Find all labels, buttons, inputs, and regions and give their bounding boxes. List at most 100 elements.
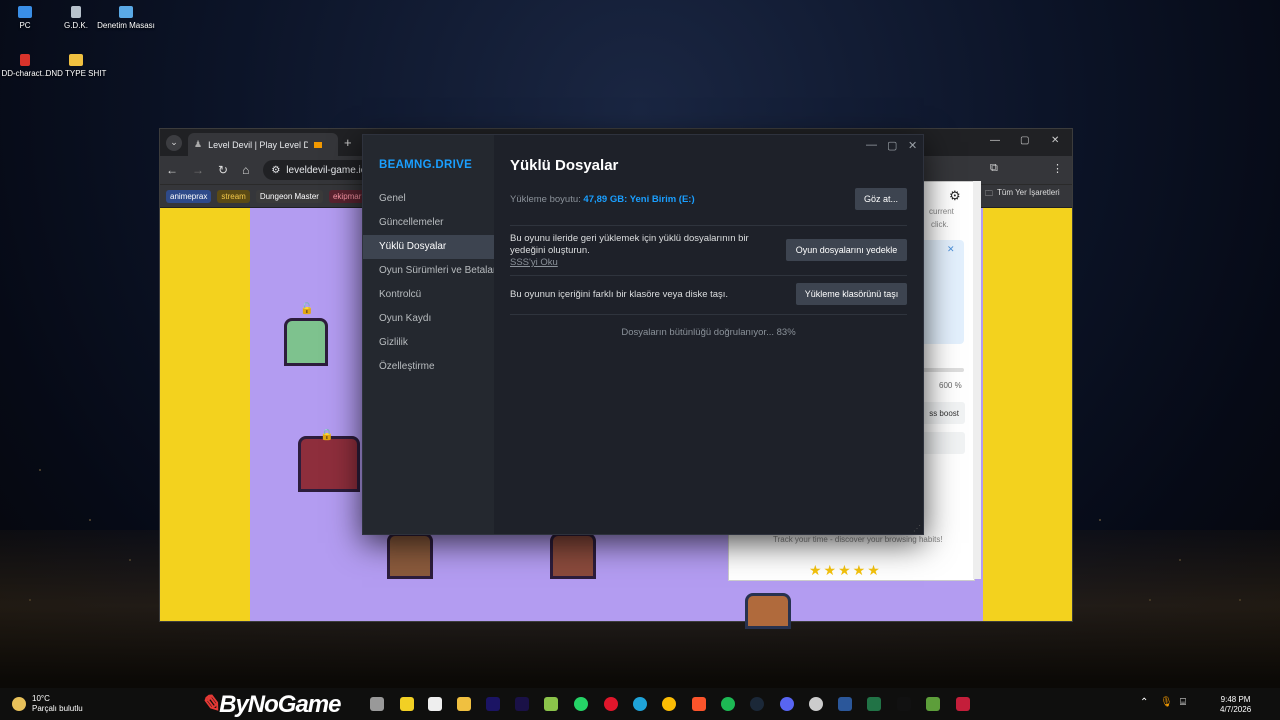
extensions-puzzle-icon[interactable]: ⧉ (990, 162, 998, 175)
clock[interactable]: 9:48 PM 4/7/2026 (1220, 695, 1251, 715)
bookmark-item[interactable]: animeprax (166, 189, 212, 203)
extension-text: click. (931, 220, 949, 229)
file-explorer-icon[interactable] (457, 697, 471, 711)
faq-link[interactable]: SSS'yi Oku (510, 257, 558, 269)
recycle-bin-icon (71, 6, 81, 18)
maximize-icon[interactable]: ▢ (1020, 135, 1029, 146)
desktop-icon-folder[interactable]: DND TYPE SHIT (44, 54, 108, 79)
settings-gear-icon[interactable]: ⚙ (949, 188, 961, 204)
info-card (919, 240, 964, 344)
all-bookmarks-folder[interactable]: 🗀 Tüm Yer İşaretleri (985, 188, 1060, 202)
chrome-icon[interactable] (662, 697, 676, 711)
level-door-unlocked[interactable] (284, 318, 328, 366)
maximize-icon[interactable]: ▢ (887, 139, 897, 152)
taskbar: 10°C Parçalı bulutlu ✎ByNoGame ⌃ 🎙 ⌸ 9:4… (0, 688, 1280, 720)
weather-icon (12, 697, 26, 711)
resize-grip-icon[interactable]: ⋰ (913, 524, 921, 533)
zoom-slider[interactable] (919, 368, 964, 372)
forward-icon[interactable]: → (192, 163, 204, 177)
nav-controller[interactable]: Kontrolcü (363, 283, 494, 307)
menu-dots-icon[interactable]: ⋮ (1052, 162, 1063, 175)
store-icon[interactable] (428, 697, 442, 711)
game-title: BEAMNG.DRIVE (379, 159, 473, 171)
notepad-icon[interactable] (544, 697, 558, 711)
move-folder-label: Yükleme klasörünü taşı (804, 289, 899, 299)
install-size-row: Yükleme boyutu: 47,89 GB: Yeni Birim (E:… (510, 194, 695, 206)
backup-button[interactable]: Oyun dosyalarını yedekle (786, 239, 907, 261)
app-icon[interactable] (809, 697, 823, 711)
backup-description: Bu oyunu ileride geri yüklemek için yükl… (510, 233, 749, 256)
browse-label: Göz at... (863, 194, 898, 204)
steam-sidebar: BEAMNG.DRIVE Genel Güncellemeler Yüklü D… (363, 135, 494, 534)
after-effects-icon[interactable] (515, 697, 529, 711)
sticky-notes-icon[interactable] (400, 697, 414, 711)
zoom-value: 600 % (939, 381, 962, 390)
steam-properties-dialog: BEAMNG.DRIVE Genel Güncellemeler Yüklü D… (362, 134, 924, 535)
bookmark-item[interactable]: ekipmar (328, 189, 366, 203)
lock-icon: 🔓 (300, 303, 314, 315)
app-icon[interactable] (370, 697, 384, 711)
level-door[interactable] (550, 533, 596, 579)
minimize-icon[interactable]: — (990, 135, 1000, 146)
bookmark-item[interactable]: stream (217, 189, 250, 203)
nav-installed-files[interactable]: Yüklü Dosyalar (363, 235, 494, 259)
level-door[interactable] (745, 593, 791, 629)
nav-customization[interactable]: Özelleştirme (363, 355, 494, 379)
minimize-icon[interactable]: — (866, 139, 877, 151)
media-encoder-icon[interactable] (486, 697, 500, 711)
discord-icon[interactable] (780, 697, 794, 711)
reload-icon[interactable]: ↻ (218, 163, 228, 177)
page-title: Yüklü Dosyalar (510, 157, 619, 174)
network-icon[interactable]: ⌸ (1180, 697, 1186, 708)
rating-stars[interactable]: ★★★★★ (809, 562, 882, 579)
steam-icon[interactable] (750, 697, 764, 711)
site-favicon-icon: ♟ (194, 139, 203, 149)
desktop-icon-label: Denetim Masası (97, 21, 155, 30)
monitor-icon (18, 6, 32, 18)
new-tab-button[interactable]: + (344, 135, 352, 150)
brave-icon[interactable] (692, 697, 706, 711)
edge-icon[interactable] (633, 697, 647, 711)
close-card-icon[interactable]: ✕ (947, 244, 955, 255)
control-panel-icon (119, 6, 133, 18)
pdf-file-icon (20, 54, 30, 66)
tab-search-icon[interactable]: ⌄ (166, 134, 182, 151)
move-folder-button[interactable]: Yükleme klasörünü taşı (796, 283, 907, 305)
nav-general[interactable]: Genel (363, 187, 494, 211)
move-description: Bu oyunun içeriğini farklı bir klasöre v… (510, 289, 729, 300)
weather-widget[interactable]: 10°C Parçalı bulutlu (12, 694, 83, 714)
desktop-icon-control-panel[interactable]: Denetim Masası (94, 6, 158, 31)
word-icon[interactable] (838, 697, 852, 711)
level-door[interactable] (387, 533, 433, 579)
watermark-text: ByNoGame (219, 691, 341, 718)
access-icon[interactable] (956, 697, 970, 711)
tab-level-devil[interactable]: ♟ Level Devil | Play Level Devil (188, 133, 338, 156)
audio-icon[interactable] (314, 141, 323, 148)
microphone-icon[interactable]: 🎙 (1160, 697, 1173, 708)
clock-date: 4/7/2026 (1220, 705, 1252, 714)
minecraft-icon[interactable] (926, 697, 940, 711)
excel-icon[interactable] (867, 697, 881, 711)
bookmark-item[interactable]: Dungeon Master (255, 189, 323, 203)
desktop-icon-label: G.D.K. (63, 21, 88, 30)
nav-game-recording[interactable]: Oyun Kaydı (363, 307, 494, 331)
close-icon[interactable]: ✕ (908, 139, 917, 152)
weather-desc: Parçalı bulutlu (32, 704, 83, 713)
extension-scrollbar[interactable] (973, 181, 981, 579)
close-icon[interactable]: ✕ (1051, 135, 1059, 146)
browse-button[interactable]: Göz at... (855, 188, 907, 210)
tray-chevron-icon[interactable]: ⌃ (1140, 697, 1148, 708)
spotify-icon[interactable] (721, 697, 735, 711)
level-door-locked[interactable] (298, 436, 360, 492)
nav-updates[interactable]: Güncellemeler (363, 211, 494, 235)
nav-privacy[interactable]: Gizlilik (363, 331, 494, 355)
home-icon[interactable]: ⌂ (242, 163, 249, 177)
lock-icon: 🔒 (320, 429, 334, 441)
tab-title: Level Devil | Play Level Devil (208, 139, 309, 150)
nav-betas[interactable]: Oyun Sürümleri ve Betalar (363, 259, 494, 283)
back-icon[interactable]: ← (166, 163, 178, 177)
feather-logo-icon: ✎ (200, 691, 220, 718)
whatsapp-icon[interactable] (574, 697, 588, 711)
netflix-icon[interactable] (897, 697, 911, 711)
opera-icon[interactable] (604, 697, 618, 711)
